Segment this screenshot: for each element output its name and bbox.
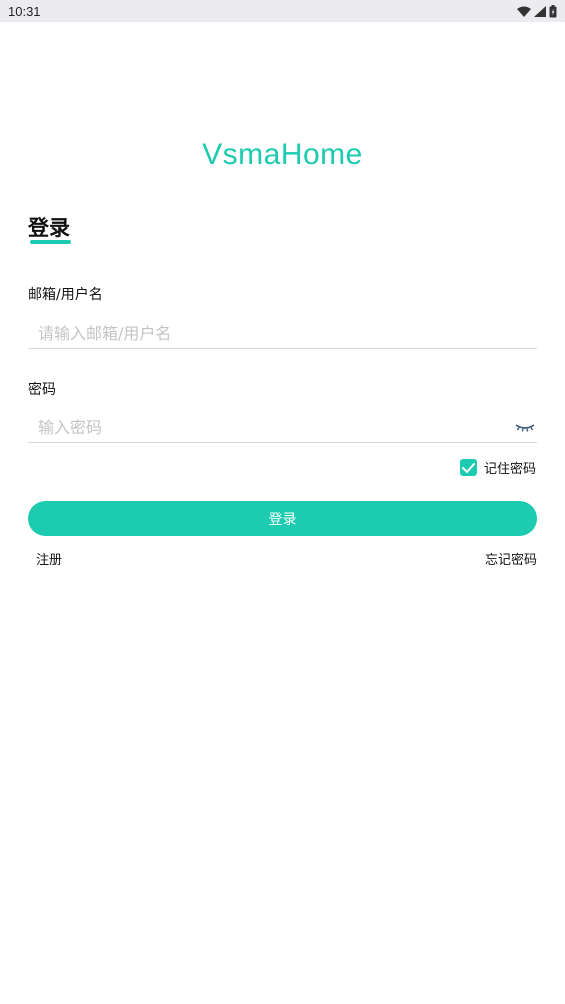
remember-password-toggle[interactable]: 记住密码 — [460, 458, 536, 477]
register-link[interactable]: 注册 — [36, 549, 62, 568]
eye-closed-icon[interactable] — [514, 419, 536, 435]
status-icons — [517, 4, 557, 18]
page-title: 登录 — [28, 216, 70, 240]
brand-logo: VsmaHome — [202, 138, 363, 171]
checkmark-icon — [462, 462, 475, 473]
wifi-icon — [517, 6, 531, 17]
status-time: 10:31 — [8, 3, 41, 19]
battery-icon — [549, 4, 557, 17]
remember-label: 记住密码 — [484, 462, 537, 477]
status-bar: 10:31 — [0, 0, 565, 22]
forgot-password-link[interactable]: 忘记密码 — [485, 549, 537, 568]
signal-icon — [534, 5, 546, 17]
title-underline — [30, 240, 71, 244]
login-button[interactable]: 登录 — [28, 501, 537, 536]
remember-checkbox[interactable] — [460, 459, 477, 476]
password-input[interactable] — [28, 413, 537, 443]
username-label: 邮箱/用户名 — [28, 287, 103, 303]
username-input[interactable] — [28, 319, 537, 349]
password-label: 密码 — [28, 382, 56, 398]
